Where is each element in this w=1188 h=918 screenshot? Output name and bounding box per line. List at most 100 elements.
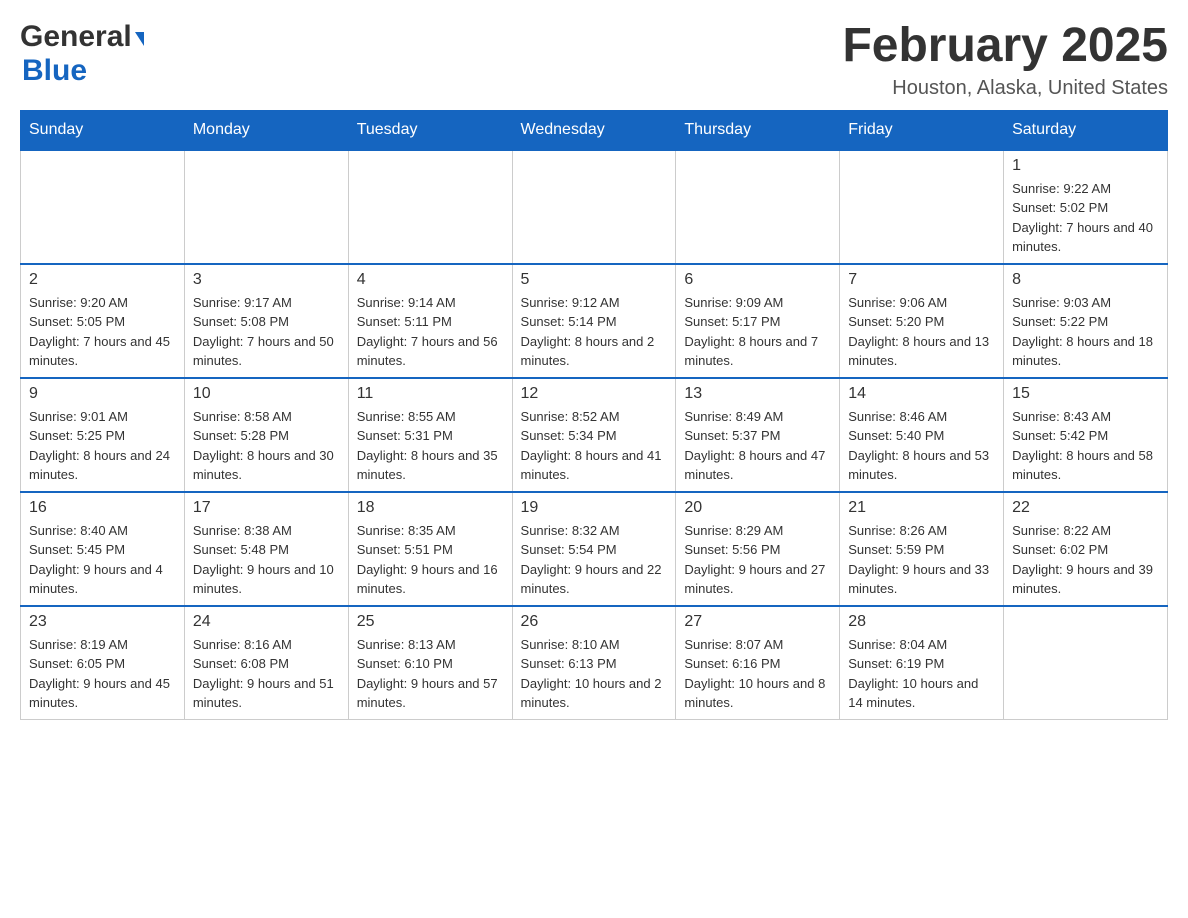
day-number: 6: [684, 271, 831, 289]
day-number: 12: [521, 385, 668, 403]
day-number: 11: [357, 385, 504, 403]
day-info: Sunrise: 8:19 AM Sunset: 6:05 PM Dayligh…: [29, 635, 176, 713]
day-info: Sunrise: 8:07 AM Sunset: 6:16 PM Dayligh…: [684, 635, 831, 713]
day-number: 2: [29, 271, 176, 289]
logo-general: General: [20, 20, 132, 54]
day-info: Sunrise: 8:40 AM Sunset: 5:45 PM Dayligh…: [29, 521, 176, 599]
calendar-header-tuesday: Tuesday: [348, 110, 512, 150]
page-header: General Blue February 2025 Houston, Alas…: [20, 20, 1168, 100]
day-info: Sunrise: 8:38 AM Sunset: 5:48 PM Dayligh…: [193, 521, 340, 599]
calendar-cell: 27 Sunrise: 8:07 AM Sunset: 6:16 PM Dayli…: [676, 606, 840, 720]
calendar-cell: 6Sunrise: 9:09 AM Sunset: 5:17 PM Daylig…: [676, 264, 840, 378]
day-info: Sunrise: 8:52 AM Sunset: 5:34 PM Dayligh…: [521, 407, 668, 485]
day-number: 24: [193, 613, 340, 631]
day-number: 27: [684, 613, 831, 631]
day-info: Sunrise: 8:58 AM Sunset: 5:28 PM Dayligh…: [193, 407, 340, 485]
calendar-cell: 1Sunrise: 9:22 AM Sunset: 5:02 PM Daylig…: [1004, 150, 1168, 264]
day-number: 8: [1012, 271, 1159, 289]
calendar-cell: 21 Sunrise: 8:26 AM Sunset: 5:59 PM Dayli…: [840, 492, 1004, 606]
day-number: 17: [193, 499, 340, 517]
location: Houston, Alaska, United States: [842, 77, 1168, 100]
calendar-cell: [676, 150, 840, 264]
calendar-cell: 16 Sunrise: 8:40 AM Sunset: 5:45 PM Dayli…: [21, 492, 185, 606]
day-number: 5: [521, 271, 668, 289]
calendar-cell: 8Sunrise: 9:03 AM Sunset: 5:22 PM Daylig…: [1004, 264, 1168, 378]
calendar-cell: 22 Sunrise: 8:22 AM Sunset: 6:02 PM Dayli…: [1004, 492, 1168, 606]
day-number: 19: [521, 499, 668, 517]
calendar-cell: 7 Sunrise: 9:06 AM Sunset: 5:20 PM Daylig…: [840, 264, 1004, 378]
day-info: Sunrise: 8:55 AM Sunset: 5:31 PM Dayligh…: [357, 407, 504, 485]
day-info: Sunrise: 8:10 AM Sunset: 6:13 PM Dayligh…: [521, 635, 668, 713]
calendar-cell: 14 Sunrise: 8:46 AM Sunset: 5:40 PM Dayli…: [840, 378, 1004, 492]
calendar-header-friday: Friday: [840, 110, 1004, 150]
calendar-week-3: 9Sunrise: 9:01 AM Sunset: 5:25 PM Daylig…: [21, 378, 1168, 492]
day-info: Sunrise: 8:43 AM Sunset: 5:42 PM Dayligh…: [1012, 407, 1159, 485]
day-number: 16: [29, 499, 176, 517]
day-info: Sunrise: 9:14 AM Sunset: 5:11 PM Dayligh…: [357, 293, 504, 371]
day-number: 25: [357, 613, 504, 631]
day-number: 21: [848, 499, 995, 517]
calendar-cell: 20 Sunrise: 8:29 AM Sunset: 5:56 PM Dayli…: [676, 492, 840, 606]
logo-blue: Blue: [22, 54, 87, 88]
day-number: 4: [357, 271, 504, 289]
calendar-cell: 10 Sunrise: 8:58 AM Sunset: 5:28 PM Dayli…: [184, 378, 348, 492]
calendar-cell: 4 Sunrise: 9:14 AM Sunset: 5:11 PM Daylig…: [348, 264, 512, 378]
calendar-cell: 15 Sunrise: 8:43 AM Sunset: 5:42 PM Dayli…: [1004, 378, 1168, 492]
day-number: 23: [29, 613, 176, 631]
calendar-header-sunday: Sunday: [21, 110, 185, 150]
day-info: Sunrise: 8:29 AM Sunset: 5:56 PM Dayligh…: [684, 521, 831, 599]
calendar-table: SundayMondayTuesdayWednesdayThursdayFrid…: [20, 110, 1168, 720]
day-number: 1: [1012, 157, 1159, 175]
calendar-cell: 18Sunrise: 8:35 AM Sunset: 5:51 PM Dayli…: [348, 492, 512, 606]
day-info: Sunrise: 9:06 AM Sunset: 5:20 PM Dayligh…: [848, 293, 995, 371]
day-info: Sunrise: 9:12 AM Sunset: 5:14 PM Dayligh…: [521, 293, 668, 371]
calendar-cell: 24 Sunrise: 8:16 AM Sunset: 6:08 PM Dayli…: [184, 606, 348, 720]
calendar-week-4: 16 Sunrise: 8:40 AM Sunset: 5:45 PM Dayli…: [21, 492, 1168, 606]
calendar-cell: [512, 150, 676, 264]
day-info: Sunrise: 8:46 AM Sunset: 5:40 PM Dayligh…: [848, 407, 995, 485]
calendar-header-wednesday: Wednesday: [512, 110, 676, 150]
month-title: February 2025: [842, 20, 1168, 73]
calendar-cell: 19 Sunrise: 8:32 AM Sunset: 5:54 PM Dayli…: [512, 492, 676, 606]
day-info: Sunrise: 9:17 AM Sunset: 5:08 PM Dayligh…: [193, 293, 340, 371]
calendar-cell: 11 Sunrise: 8:55 AM Sunset: 5:31 PM Dayli…: [348, 378, 512, 492]
day-info: Sunrise: 8:04 AM Sunset: 6:19 PM Dayligh…: [848, 635, 995, 713]
calendar-cell: 5 Sunrise: 9:12 AM Sunset: 5:14 PM Daylig…: [512, 264, 676, 378]
day-number: 14: [848, 385, 995, 403]
day-number: 28: [848, 613, 995, 631]
day-number: 10: [193, 385, 340, 403]
day-info: Sunrise: 8:16 AM Sunset: 6:08 PM Dayligh…: [193, 635, 340, 713]
calendar-week-1: 1Sunrise: 9:22 AM Sunset: 5:02 PM Daylig…: [21, 150, 1168, 264]
day-number: 20: [684, 499, 831, 517]
day-number: 22: [1012, 499, 1159, 517]
day-info: Sunrise: 9:20 AM Sunset: 5:05 PM Dayligh…: [29, 293, 176, 371]
day-info: Sunrise: 8:13 AM Sunset: 6:10 PM Dayligh…: [357, 635, 504, 713]
day-number: 13: [684, 385, 831, 403]
calendar-header-thursday: Thursday: [676, 110, 840, 150]
day-info: Sunrise: 8:32 AM Sunset: 5:54 PM Dayligh…: [521, 521, 668, 599]
day-number: 15: [1012, 385, 1159, 403]
day-info: Sunrise: 8:35 AM Sunset: 5:51 PM Dayligh…: [357, 521, 504, 599]
calendar-header-row: SundayMondayTuesdayWednesdayThursdayFrid…: [21, 110, 1168, 150]
day-info: Sunrise: 8:49 AM Sunset: 5:37 PM Dayligh…: [684, 407, 831, 485]
calendar-cell: 26 Sunrise: 8:10 AM Sunset: 6:13 PM Dayli…: [512, 606, 676, 720]
calendar-cell: 23 Sunrise: 8:19 AM Sunset: 6:05 PM Dayli…: [21, 606, 185, 720]
calendar-cell: 13 Sunrise: 8:49 AM Sunset: 5:37 PM Dayli…: [676, 378, 840, 492]
calendar-cell: 12 Sunrise: 8:52 AM Sunset: 5:34 PM Dayli…: [512, 378, 676, 492]
title-section: February 2025 Houston, Alaska, United St…: [842, 20, 1168, 100]
calendar-cell: [184, 150, 348, 264]
day-number: 26: [521, 613, 668, 631]
calendar-week-5: 23 Sunrise: 8:19 AM Sunset: 6:05 PM Dayli…: [21, 606, 1168, 720]
logo: General Blue: [20, 20, 144, 88]
calendar-cell: 2 Sunrise: 9:20 AM Sunset: 5:05 PM Daylig…: [21, 264, 185, 378]
logo-arrow-icon: [135, 32, 144, 46]
day-info: Sunrise: 9:01 AM Sunset: 5:25 PM Dayligh…: [29, 407, 176, 485]
calendar-cell: [1004, 606, 1168, 720]
calendar-cell: 3Sunrise: 9:17 AM Sunset: 5:08 PM Daylig…: [184, 264, 348, 378]
calendar-week-2: 2 Sunrise: 9:20 AM Sunset: 5:05 PM Daylig…: [21, 264, 1168, 378]
day-number: 7: [848, 271, 995, 289]
day-info: Sunrise: 8:22 AM Sunset: 6:02 PM Dayligh…: [1012, 521, 1159, 599]
day-info: Sunrise: 8:26 AM Sunset: 5:59 PM Dayligh…: [848, 521, 995, 599]
calendar-cell: 25 Sunrise: 8:13 AM Sunset: 6:10 PM Dayli…: [348, 606, 512, 720]
calendar-cell: [21, 150, 185, 264]
